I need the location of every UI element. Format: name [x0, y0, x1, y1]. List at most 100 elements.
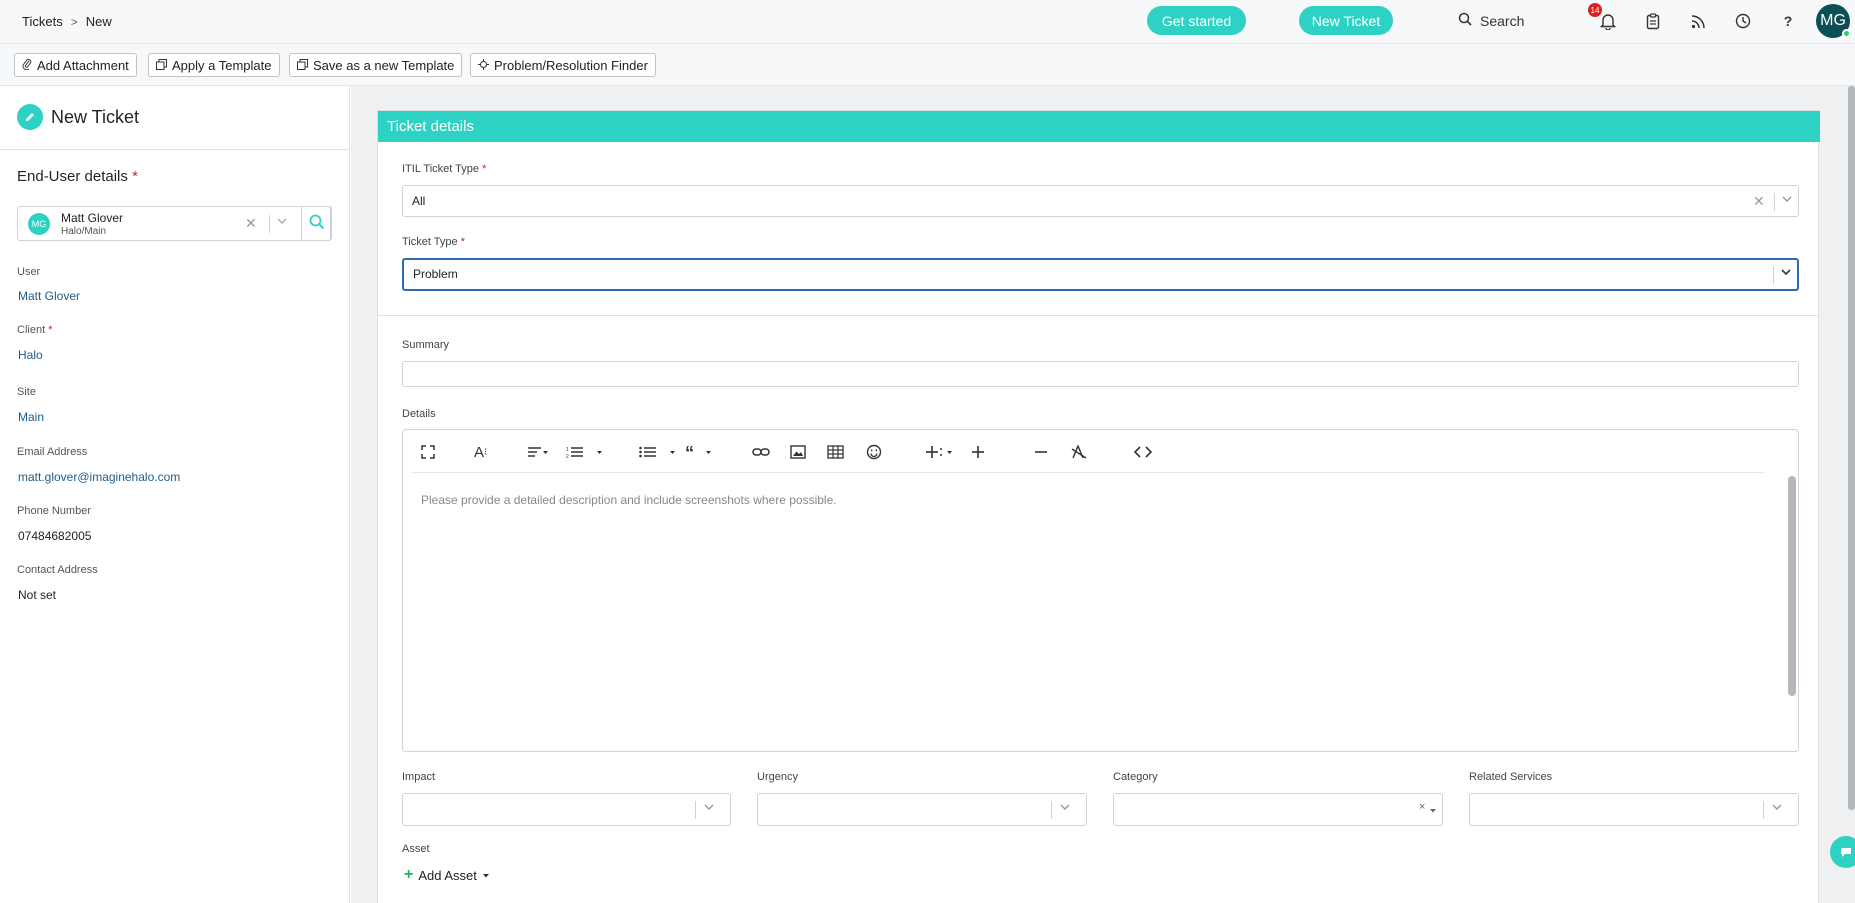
- ticket-details-card: Ticket details ITIL Ticket Type * All ✕ …: [377, 110, 1820, 903]
- apply-template-button[interactable]: Apply a Template: [148, 53, 280, 77]
- fullscreen-icon[interactable]: [421, 441, 435, 463]
- details-editor[interactable]: A ⁝ 12 “ Please provide a detailed descr…: [402, 429, 1799, 752]
- asset-label: Asset: [402, 843, 430, 855]
- client-label-text: Client: [17, 324, 46, 336]
- finder-label: Problem/Resolution Finder: [494, 57, 648, 73]
- select-divider: [1774, 193, 1775, 211]
- plus-icon: +: [404, 866, 414, 883]
- breadcrumb-separator: >: [70, 14, 78, 29]
- notification-badge: 14: [1588, 3, 1602, 17]
- caret-down-icon[interactable]: [1429, 803, 1437, 818]
- quote-icon[interactable]: “: [685, 441, 713, 463]
- chevron-down-icon[interactable]: [1059, 801, 1071, 816]
- code-view-icon[interactable]: [1134, 441, 1152, 463]
- impact-select[interactable]: [402, 793, 731, 826]
- clear-icon[interactable]: ✕: [245, 215, 257, 232]
- link-icon[interactable]: [752, 441, 770, 463]
- chevron-down-icon[interactable]: [1771, 801, 1783, 816]
- end-user-panel: New Ticket End-User details * MG Matt Gl…: [0, 86, 350, 903]
- chevron-down-icon[interactable]: [276, 215, 288, 230]
- svg-text:“: “: [685, 445, 694, 459]
- main-area: Ticket details ITIL Ticket Type * All ✕ …: [351, 86, 1855, 903]
- select-divider: [1051, 801, 1052, 819]
- select-divider: [695, 801, 696, 819]
- add-asset-button[interactable]: + Add Asset: [404, 866, 490, 884]
- chevron-down-icon[interactable]: [703, 801, 715, 816]
- search-button[interactable]: Search: [1458, 12, 1524, 29]
- table-icon[interactable]: [827, 441, 844, 463]
- summary-label: Summary: [402, 339, 450, 351]
- save-template-button[interactable]: Save as a new Template: [289, 53, 463, 77]
- user-avatar-small: MG: [28, 213, 50, 235]
- itil-ticket-type-select[interactable]: All ✕: [402, 185, 1799, 217]
- add-icon[interactable]: [971, 441, 985, 463]
- new-ticket-button[interactable]: New Ticket: [1299, 6, 1393, 35]
- clear-formatting-icon[interactable]: [1071, 441, 1087, 463]
- align-icon[interactable]: [527, 441, 549, 463]
- paperclip-icon: [22, 58, 32, 73]
- selected-user-name: Matt Glover: [61, 211, 124, 225]
- emoji-icon[interactable]: [866, 441, 882, 463]
- section-divider: [378, 315, 1820, 316]
- horizontal-line-icon[interactable]: [1034, 441, 1048, 463]
- chevron-down-icon[interactable]: [1781, 193, 1793, 208]
- select-divider: [269, 215, 270, 233]
- phone-value: 07484682005: [18, 529, 92, 543]
- editor-scrollbar[interactable]: [1788, 476, 1796, 696]
- related-services-label: Related Services: [1469, 771, 1553, 783]
- end-user-details-label: End-User details: [17, 168, 128, 185]
- copy-icon: [156, 58, 167, 73]
- required-mark: *: [482, 163, 487, 175]
- category-select[interactable]: ×: [1113, 793, 1443, 826]
- breadcrumb-tickets[interactable]: Tickets: [22, 14, 63, 29]
- itil-ticket-type-label: ITIL Ticket Type *: [402, 163, 486, 175]
- pencil-icon: [17, 104, 43, 130]
- copy-icon: [297, 58, 308, 73]
- add-attachment-label: Add Attachment: [37, 57, 129, 73]
- font-size-icon[interactable]: A ⁝: [474, 441, 487, 463]
- summary-input[interactable]: [402, 361, 1799, 387]
- help-icon[interactable]: ?: [1777, 10, 1799, 32]
- ticket-type-label-text: Ticket Type: [402, 236, 458, 248]
- panel-header: New Ticket: [0, 86, 350, 150]
- add-attachment-button[interactable]: Add Attachment: [14, 53, 137, 77]
- end-user-select[interactable]: MG Matt Glover Halo/Main ✕: [17, 206, 332, 241]
- urgency-select[interactable]: [757, 793, 1087, 826]
- get-started-button[interactable]: Get started: [1147, 6, 1246, 35]
- email-value-link[interactable]: matt.glover@imaginehalo.com: [18, 470, 180, 484]
- chevron-down-icon[interactable]: [1780, 266, 1792, 281]
- page-scrollbar[interactable]: [1848, 86, 1855, 810]
- ordered-list-icon[interactable]: 12: [566, 441, 604, 463]
- clear-icon[interactable]: ✕: [1753, 193, 1765, 210]
- details-label: Details: [402, 408, 436, 420]
- image-icon[interactable]: [790, 441, 806, 463]
- details-placeholder: Please provide a detailed description an…: [421, 493, 837, 507]
- chat-icon[interactable]: [1830, 836, 1855, 868]
- search-icon: [309, 214, 325, 233]
- svg-text:2: 2: [566, 454, 569, 459]
- related-services-select[interactable]: [1469, 793, 1799, 826]
- itil-ticket-type-label-text: ITIL Ticket Type: [402, 163, 480, 175]
- add-asset-label: Add Asset: [418, 867, 477, 883]
- user-search-button[interactable]: [301, 206, 332, 241]
- breadcrumb-current: New: [85, 14, 112, 29]
- clock-icon[interactable]: [1732, 10, 1754, 32]
- ticket-type-value: Problem: [413, 267, 458, 281]
- bullet-list-icon[interactable]: [639, 441, 677, 463]
- clipboard-icon[interactable]: [1642, 10, 1664, 32]
- problem-resolution-finder-button[interactable]: Problem/Resolution Finder: [470, 53, 656, 77]
- ticket-type-select[interactable]: Problem: [402, 258, 1799, 291]
- search-label: Search: [1480, 12, 1525, 29]
- phone-label: Phone Number: [17, 505, 91, 517]
- select-divider: [1763, 801, 1764, 819]
- rss-icon[interactable]: [1687, 10, 1709, 32]
- user-label: User: [17, 266, 41, 278]
- user-value-link[interactable]: Matt Glover: [18, 289, 80, 303]
- insert-more-icon[interactable]: [925, 441, 955, 463]
- ticket-type-label: Ticket Type *: [402, 236, 465, 248]
- site-value-link[interactable]: Main: [18, 410, 44, 424]
- clear-icon[interactable]: ×: [1419, 801, 1425, 813]
- required-mark: *: [132, 168, 138, 185]
- client-value-link[interactable]: Halo: [18, 348, 43, 362]
- email-label: Email Address: [17, 446, 88, 458]
